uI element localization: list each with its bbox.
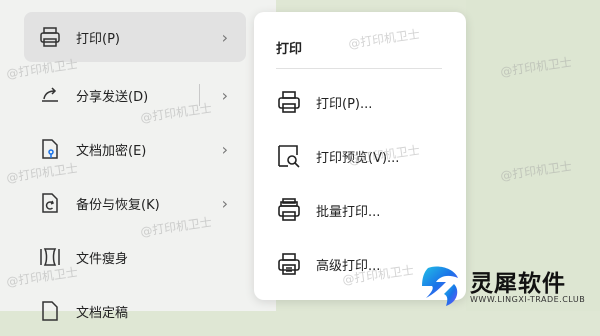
chevron-right-icon: ›: [221, 193, 228, 213]
menu-item-label: 分享发送(D): [76, 89, 149, 105]
menu-item-label: 打印(P): [76, 31, 120, 47]
lingxi-logo: 灵犀软件 WWW.LINGXI-TRADE.CLUB: [412, 262, 600, 311]
chevron-right-icon: ›: [221, 27, 228, 47]
menu-item-share[interactable]: 分享发送(D) ›: [24, 70, 246, 120]
submenu-title: 打印: [276, 42, 303, 57]
divider: [276, 68, 442, 69]
submenu-item-label: 批量打印...: [316, 204, 381, 220]
logo-name: 灵犀软件: [470, 271, 566, 297]
backup-restore-icon: [42, 193, 58, 213]
print-preview-icon: [278, 145, 300, 168]
menu-item-label: 备份与恢复(K): [76, 197, 160, 213]
submenu-item-print[interactable]: 打印(P)...: [276, 86, 452, 118]
logo-url: WWW.LINGXI-TRADE.CLUB: [470, 295, 586, 304]
chevron-right-icon: ›: [221, 139, 228, 159]
batch-print-icon: [278, 198, 300, 221]
menu-item-label: 文档定稿: [76, 305, 129, 321]
printer-icon: [278, 91, 300, 113]
share-arrow-icon: [42, 87, 58, 102]
submenu-item-label: 打印(P)...: [316, 96, 373, 112]
advanced-print-icon: [278, 253, 300, 275]
menu-item-finalize[interactable]: 文档定稿: [24, 286, 246, 336]
menu-item-backup[interactable]: 备份与恢复(K) ›: [24, 178, 246, 228]
menu-item-label: 文件瘦身: [76, 251, 129, 267]
chevron-right-icon[interactable]: ›: [222, 86, 228, 105]
document-finalize-icon: [42, 301, 58, 321]
lingxi-logo-icon: [422, 266, 458, 306]
printer-icon: [40, 27, 60, 47]
menu-item-label: 文档加密(E): [76, 143, 147, 159]
document-lock-icon: [42, 139, 58, 159]
menu-item-print[interactable]: 打印(P) ›: [24, 12, 246, 62]
file-menu-panel: 打印(P) › 分享发送(D) › 文档加密(E) › 备份与恢复(K) › 文…: [0, 0, 276, 321]
submenu-item-batch[interactable]: 批量打印...: [276, 194, 452, 226]
